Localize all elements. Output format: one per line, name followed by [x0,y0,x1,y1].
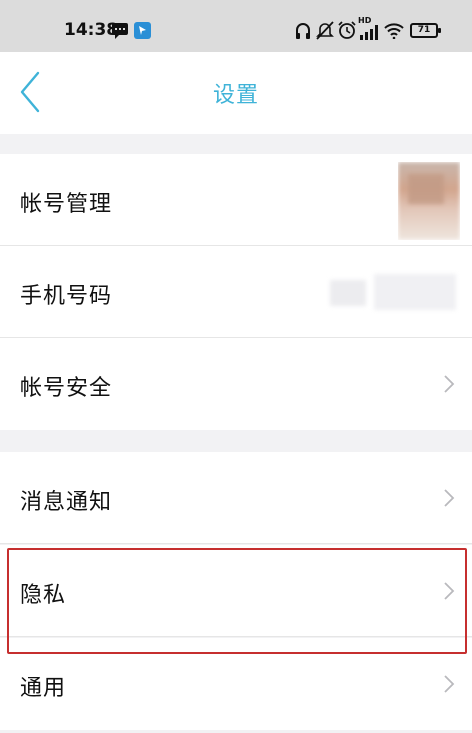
nav-bar: 设置 [0,52,472,134]
battery-icon: 71 [410,23,441,38]
row-label: 手机号码 [20,284,113,309]
signal-icon [360,25,378,40]
chevron-right-icon [444,489,455,507]
row-label: 消息通知 [20,490,113,515]
page-title: 设置 [212,83,259,108]
row-label: 帐号管理 [20,192,113,217]
chevron-right-icon [444,375,455,393]
masked-value [330,270,460,314]
settings-row-phone-number[interactable]: 手机号码 [0,246,472,338]
row-divider [0,543,472,544]
highlight-frame [7,548,467,654]
row-label: 通用 [20,676,67,701]
alarm-icon [338,21,356,39]
message-icon [112,23,128,39]
settings-row-account-management[interactable]: 帐号管理 [0,154,472,246]
headphones-icon [296,23,310,39]
network-tag: HD [358,16,372,25]
settings-row-account-security[interactable]: 帐号安全 [0,338,472,430]
app-notification-icon [134,22,151,39]
status-bar: 14:38 HD 71 [0,0,472,52]
chevron-right-icon [444,675,455,693]
mute-icon [316,21,334,40]
row-label: 帐号安全 [20,376,113,401]
status-time: 14:38 [64,20,119,40]
battery-level: 71 [417,25,431,35]
avatar [398,162,460,240]
settings-row-notifications[interactable]: 消息通知 [0,452,472,544]
wifi-icon [384,23,404,39]
